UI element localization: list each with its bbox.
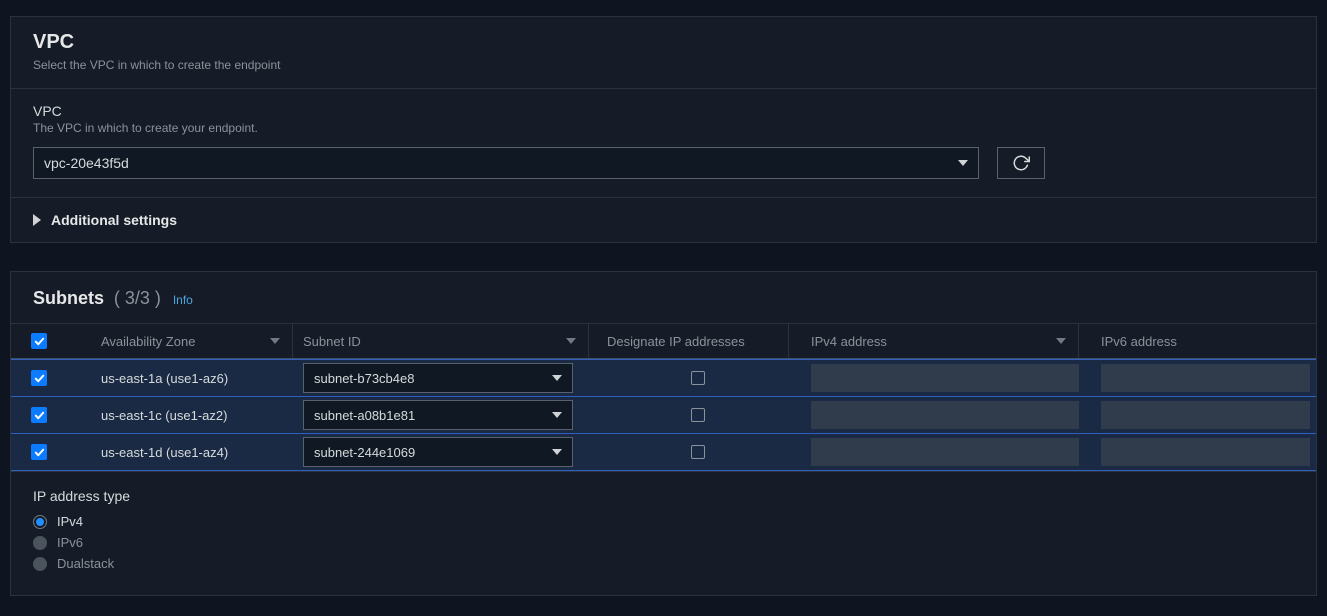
subnets-header: Subnets ( 3/3 ) Info <box>11 272 1316 323</box>
vpc-field-label: VPC <box>33 103 1294 119</box>
select-all-checkbox[interactable] <box>31 333 47 349</box>
vpc-select-value: vpc-20e43f5d <box>44 155 129 171</box>
vpc-subtitle: Select the VPC in which to create the en… <box>33 58 1294 72</box>
designate-ip-checkbox[interactable] <box>691 371 705 385</box>
refresh-button[interactable] <box>997 147 1045 179</box>
subnets-info-link[interactable]: Info <box>173 293 193 307</box>
ipv6-input[interactable] <box>1101 438 1310 466</box>
radio-icon <box>33 536 47 550</box>
column-availability-zone[interactable]: Availability Zone <box>83 324 293 358</box>
column-ipv6: IPv6 address <box>1079 324 1316 358</box>
ip-type-label: IPv6 <box>57 535 83 550</box>
ip-type-label: Dualstack <box>57 556 114 571</box>
ip-type-section: IP address type IPv4 IPv6 Dualstack <box>11 471 1316 595</box>
column-designate-ip: Designate IP addresses <box>589 324 789 358</box>
radio-icon <box>33 557 47 571</box>
column-subnet-id[interactable]: Subnet ID <box>293 324 589 358</box>
radio-selected-icon <box>33 515 47 529</box>
ip-type-option: Dualstack <box>33 556 1294 571</box>
subnets-count: ( 3/3 ) <box>114 288 161 308</box>
ip-type-option[interactable]: IPv4 <box>33 514 1294 529</box>
row-checkbox[interactable] <box>31 407 47 423</box>
subnet-select-value: subnet-244e1069 <box>314 445 415 460</box>
table-row: us-east-1a (use1-az6) subnet-b73cb4e8 <box>11 359 1316 397</box>
vpc-panel-header: VPC Select the VPC in which to create th… <box>11 17 1316 89</box>
caret-down-icon <box>552 375 562 381</box>
az-cell: us-east-1d (use1-az4) <box>83 445 293 460</box>
table-row: us-east-1c (use1-az2) subnet-a08b1e81 <box>11 396 1316 434</box>
caret-right-icon <box>33 214 41 226</box>
caret-down-icon <box>958 160 968 166</box>
refresh-icon <box>1012 154 1030 172</box>
ip-type-option: IPv6 <box>33 535 1294 550</box>
az-cell: us-east-1a (use1-az6) <box>83 371 293 386</box>
additional-settings-label: Additional settings <box>51 212 177 228</box>
ip-type-label: IPv4 <box>57 514 83 529</box>
column-ipv4[interactable]: IPv4 address <box>789 324 1079 358</box>
subnet-select[interactable]: subnet-a08b1e81 <box>303 400 573 430</box>
designate-ip-checkbox[interactable] <box>691 408 705 422</box>
sort-icon <box>566 338 576 344</box>
sort-icon <box>270 338 280 344</box>
vpc-field-desc: The VPC in which to create your endpoint… <box>33 121 1294 135</box>
ipv4-input[interactable] <box>811 401 1079 429</box>
subnets-table-header: Availability Zone Subnet ID Designate IP… <box>11 323 1316 359</box>
subnet-select-value: subnet-a08b1e81 <box>314 408 415 423</box>
caret-down-icon <box>552 412 562 418</box>
subnet-select-value: subnet-b73cb4e8 <box>314 371 414 386</box>
ip-type-title: IP address type <box>33 488 1294 504</box>
subnets-table-body: us-east-1a (use1-az6) subnet-b73cb4e8 us… <box>11 359 1316 471</box>
az-cell: us-east-1c (use1-az2) <box>83 408 293 423</box>
ipv6-input[interactable] <box>1101 401 1310 429</box>
additional-settings-toggle[interactable]: Additional settings <box>11 198 1316 242</box>
ipv6-input[interactable] <box>1101 364 1310 392</box>
ipv4-input[interactable] <box>811 364 1079 392</box>
table-row: us-east-1d (use1-az4) subnet-244e1069 <box>11 433 1316 471</box>
subnets-title: Subnets <box>33 288 104 308</box>
vpc-select[interactable]: vpc-20e43f5d <box>33 147 979 179</box>
sort-icon <box>1056 338 1066 344</box>
ipv4-input[interactable] <box>811 438 1079 466</box>
ip-type-options: IPv4 IPv6 Dualstack <box>33 514 1294 571</box>
caret-down-icon <box>552 449 562 455</box>
vpc-title: VPC <box>33 31 1294 54</box>
vpc-select-section: VPC The VPC in which to create your endp… <box>11 89 1316 198</box>
row-checkbox[interactable] <box>31 444 47 460</box>
designate-ip-checkbox[interactable] <box>691 445 705 459</box>
subnet-select[interactable]: subnet-244e1069 <box>303 437 573 467</box>
row-checkbox[interactable] <box>31 370 47 386</box>
vpc-panel: VPC Select the VPC in which to create th… <box>10 16 1317 243</box>
subnet-select[interactable]: subnet-b73cb4e8 <box>303 363 573 393</box>
subnets-panel: Subnets ( 3/3 ) Info Availability Zone S… <box>10 271 1317 596</box>
